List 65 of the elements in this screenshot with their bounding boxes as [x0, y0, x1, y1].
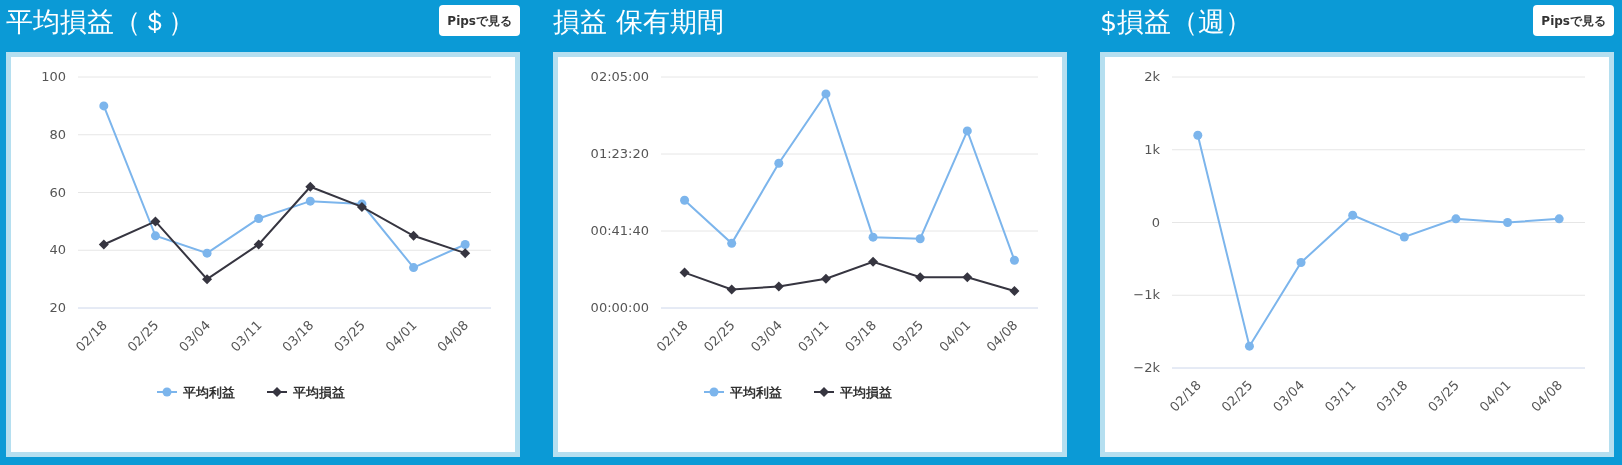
diamond-marker	[915, 272, 926, 283]
diamond-marker	[820, 273, 831, 284]
circle-marker	[1554, 214, 1564, 224]
legend-circle-icon	[703, 387, 725, 397]
diamond-marker	[726, 284, 737, 295]
circle-marker	[409, 263, 419, 273]
circle-marker	[1193, 130, 1203, 140]
circle-marker	[821, 89, 831, 99]
legend-item[interactable]: 平均利益	[183, 385, 235, 400]
axis-label: 40	[49, 242, 66, 258]
pips-view-button[interactable]: Pipsで見る	[1533, 5, 1614, 36]
diamond-marker	[253, 239, 264, 250]
circle-marker	[460, 240, 470, 249]
circle-marker	[1451, 214, 1461, 224]
diamond-marker	[679, 267, 690, 278]
diamond-marker	[868, 256, 879, 267]
axis-label: 80	[49, 126, 66, 142]
diamond-marker	[1009, 286, 1020, 297]
diamond-marker	[202, 274, 213, 285]
legend-item[interactable]: 平均利益	[730, 385, 782, 400]
circle-marker	[1009, 255, 1019, 265]
axis-label: 1k	[1144, 141, 1160, 157]
diamond-marker	[98, 239, 109, 250]
circle-marker	[305, 196, 315, 206]
circle-marker	[774, 158, 784, 168]
axis-label: 0	[1151, 214, 1160, 230]
legend-item[interactable]: 平均損益	[293, 385, 345, 400]
diamond-marker	[460, 248, 471, 259]
circle-marker	[254, 214, 264, 223]
circle-marker	[680, 195, 690, 205]
circle-marker	[150, 231, 160, 241]
axis-label: 02:05:00	[590, 69, 649, 84]
diamond-marker	[408, 230, 419, 241]
diamond-marker	[962, 272, 973, 283]
axis-label: −1k	[1133, 287, 1160, 303]
legend-circle-icon	[156, 387, 178, 397]
diamond-marker	[150, 216, 161, 227]
axis-label: 20	[49, 300, 66, 315]
circle-marker	[1503, 218, 1513, 227]
legend-diamond-icon	[266, 387, 288, 397]
legend-diamond-icon	[813, 387, 835, 397]
circle-marker	[962, 126, 972, 136]
panel-title: $損益（週）	[1100, 5, 1253, 39]
diamond-marker	[773, 281, 784, 292]
circle-marker	[1348, 210, 1358, 220]
axis-label: 60	[49, 184, 66, 200]
pips-view-button[interactable]: Pipsで見る	[439, 5, 520, 36]
panel-title: 損益 保有期間	[553, 5, 724, 39]
circle-marker	[202, 248, 212, 258]
axis-label: −2k	[1133, 360, 1160, 375]
circle-marker	[915, 234, 925, 244]
circle-marker	[1244, 341, 1254, 351]
axis-label: 100	[41, 69, 66, 84]
circle-marker	[1399, 232, 1409, 242]
axis-label: 01:23:20	[590, 146, 649, 161]
axis-label: 00:00:00	[590, 300, 649, 315]
axis-label: 00:41:40	[590, 223, 649, 238]
circle-marker	[868, 232, 878, 242]
diamond-marker	[305, 181, 316, 192]
circle-marker	[1296, 258, 1306, 267]
legend-item[interactable]: 平均損益	[840, 385, 892, 400]
circle-marker	[727, 238, 737, 248]
axis-label: 2k	[1144, 69, 1160, 84]
panel-title: 平均損益（＄）	[6, 5, 195, 39]
circle-marker	[99, 101, 109, 111]
